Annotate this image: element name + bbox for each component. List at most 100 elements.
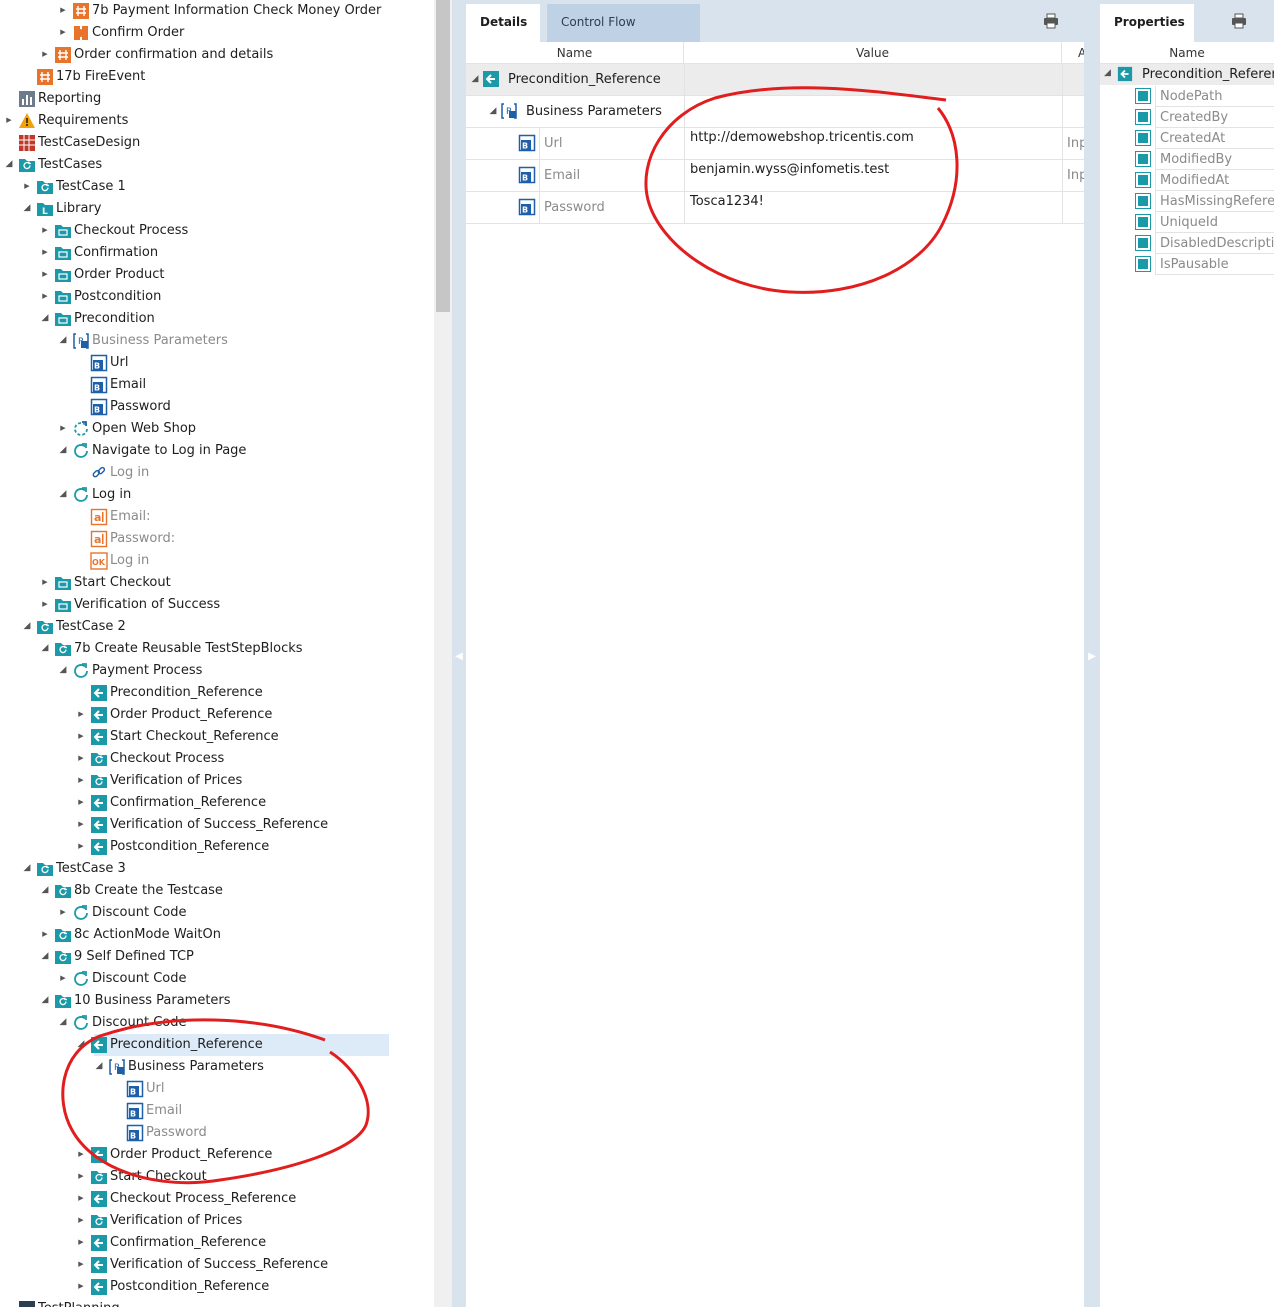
tree-item[interactable]: ▶ Confirmation	[0, 242, 434, 264]
expand-arrow-icon[interactable]: ▶	[22, 180, 32, 192]
expand-arrow-icon[interactable]: ▶	[76, 708, 86, 720]
tree-item[interactable]: ▶ Postcondition	[0, 286, 434, 308]
collapse-arrow-icon[interactable]: ◢	[58, 664, 68, 676]
param-value[interactable]: benjamin.wyss@infometis.test	[690, 162, 889, 178]
param-row[interactable]: B Password Tosca1234!	[466, 192, 1084, 224]
expand-arrow-icon[interactable]: ▶	[40, 576, 50, 588]
tree-item[interactable]: B Password	[0, 396, 434, 418]
tree-item[interactable]: ◢ Payment Process	[0, 660, 434, 682]
property-row[interactable]: ModifiedAt	[1100, 170, 1274, 191]
expand-arrow-icon[interactable]: ▶	[76, 1170, 86, 1182]
tree-item[interactable]: ▶ Start Checkout	[0, 1166, 434, 1188]
tree-item[interactable]: ▶ Verification of Prices	[0, 1210, 434, 1232]
tree-item[interactable]: a Email:	[0, 506, 434, 528]
expand-arrow-icon[interactable]: ▶	[76, 818, 86, 830]
expand-arrow-icon[interactable]: ▶	[76, 1214, 86, 1226]
tree-item[interactable]: ▶ Verification of Success	[0, 594, 434, 616]
tree-item[interactable]: ▶ Requirements	[0, 110, 434, 132]
collapse-arrow-icon[interactable]: ◢	[4, 158, 14, 170]
tree-item[interactable]: ▶ Confirmation_Reference	[0, 792, 434, 814]
tree-item[interactable]: B Email	[0, 374, 434, 396]
collapse-arrow-icon[interactable]: ◢	[40, 312, 50, 324]
collapse-arrow-icon[interactable]: ◢	[22, 862, 32, 874]
tree-item[interactable]: ◢ 8b Create the Testcase	[0, 880, 434, 902]
column-extra-header[interactable]: A	[1062, 42, 1084, 64]
tree-item[interactable]: B Email	[0, 1100, 434, 1122]
param-row[interactable]: B Url http://demowebshop.tricentis.com Inp	[466, 128, 1087, 160]
tree-item[interactable]: Reporting	[0, 88, 434, 110]
tree-scrollbar[interactable]	[434, 0, 452, 1307]
tree-item[interactable]: ◢ TestCase 2	[0, 616, 434, 638]
expand-arrow-icon[interactable]: ▶	[40, 290, 50, 302]
expand-arrow-icon[interactable]: ▶	[40, 48, 50, 60]
tree-item[interactable]: B Url	[0, 352, 434, 374]
tree-item[interactable]: ◢ TestCases	[0, 154, 434, 176]
tab-details[interactable]: Details	[466, 4, 540, 42]
tree-scrollbar-thumb[interactable]	[436, 0, 450, 312]
property-row[interactable]: CreatedAt	[1100, 128, 1274, 149]
collapse-arrow-icon[interactable]: ◢	[58, 444, 68, 456]
expand-arrow-icon[interactable]: ▶	[40, 268, 50, 280]
tree-item[interactable]: TestPlanning	[0, 1298, 434, 1307]
properties-root-row[interactable]: ◢ Precondition_Reference	[1100, 64, 1274, 85]
tree-item[interactable]: ◢ L Library	[0, 198, 434, 220]
expand-arrow-icon[interactable]: ▶	[58, 422, 68, 434]
tree-item[interactable]: ▶ Checkout Process_Reference	[0, 1188, 434, 1210]
collapse-arrow-icon[interactable]: ◢	[40, 884, 50, 896]
param-row[interactable]: B Email benjamin.wyss@infometis.test Inp	[466, 160, 1087, 192]
tree-item[interactable]: ▶ 7b Payment Information Check Money Orde…	[0, 0, 434, 22]
collapse-arrow-icon[interactable]: ◢	[40, 642, 50, 654]
expand-arrow-icon[interactable]: ▶	[58, 26, 68, 38]
expand-arrow-icon[interactable]: ▶	[76, 796, 86, 808]
left-splitter[interactable]: ◀	[452, 0, 466, 1307]
tree-item[interactable]: ▶ 8c ActionMode WaitOn	[0, 924, 434, 946]
tree-item[interactable]: ▶ Verification of Success_Reference	[0, 814, 434, 836]
expand-arrow-icon[interactable]: ▶	[4, 114, 14, 126]
property-row[interactable]: HasMissingReferences	[1100, 191, 1274, 212]
expand-arrow-icon[interactable]: ▶	[58, 4, 68, 16]
tree-item[interactable]: ▶ Order Product_Reference	[0, 1144, 434, 1166]
tree-item[interactable]: ▶ Checkout Process	[0, 748, 434, 770]
tree-item[interactable]: 17b FireEvent	[0, 66, 434, 88]
tree-item[interactable]: a Password:	[0, 528, 434, 550]
collapse-right-icon[interactable]: ▶	[1088, 650, 1096, 664]
tree-item[interactable]: ▶ Checkout Process	[0, 220, 434, 242]
expand-arrow-icon[interactable]: ▶	[76, 1192, 86, 1204]
collapse-arrow-icon[interactable]: ◢	[40, 994, 50, 1006]
tree-item[interactable]: ◢ Discount Code	[0, 1012, 434, 1034]
collapse-arrow-icon[interactable]: ◢	[76, 1038, 86, 1050]
tab-properties[interactable]: Properties	[1100, 4, 1194, 42]
collapse-arrow-icon[interactable]: ◢	[470, 73, 480, 85]
collapse-arrow-icon[interactable]: ◢	[22, 620, 32, 632]
expand-arrow-icon[interactable]: ▶	[40, 246, 50, 258]
tree-item[interactable]: ▶ Open Web Shop	[0, 418, 434, 440]
collapse-arrow-icon[interactable]: ◢	[58, 488, 68, 500]
tree-item[interactable]: ◢ Navigate to Log in Page	[0, 440, 434, 462]
print-icon[interactable]	[1230, 12, 1248, 30]
tree-item[interactable]: Precondition_Reference	[0, 682, 434, 704]
tree-item[interactable]: ▶ Confirm Order	[0, 22, 434, 44]
expand-arrow-icon[interactable]: ▶	[76, 1236, 86, 1248]
tree-item[interactable]: ◢ TestCase 3	[0, 858, 434, 880]
property-row[interactable]: UniqueId	[1100, 212, 1274, 233]
expand-arrow-icon[interactable]: ▶	[76, 1148, 86, 1160]
properties-name-header[interactable]: Name	[1100, 42, 1274, 64]
expand-arrow-icon[interactable]: ▶	[40, 224, 50, 236]
expand-arrow-icon[interactable]: ▶	[76, 1258, 86, 1270]
expand-arrow-icon[interactable]: ▶	[76, 840, 86, 852]
tree-item[interactable]: ◢ Precondition_Reference	[0, 1034, 434, 1056]
tree-item[interactable]: ◢ Log in	[0, 484, 434, 506]
expand-arrow-icon[interactable]: ▶	[58, 906, 68, 918]
property-row[interactable]: NodePath	[1100, 86, 1274, 107]
tree-item[interactable]: Log in	[0, 462, 434, 484]
tree-item[interactable]: ▶ Start Checkout_Reference	[0, 726, 434, 748]
tree-item[interactable]: TestCaseDesign	[0, 132, 434, 154]
tab-control-flow-diagram[interactable]: Control Flow Diagram	[547, 4, 700, 65]
expand-arrow-icon[interactable]: ▶	[40, 598, 50, 610]
expand-arrow-icon[interactable]: ▶	[76, 730, 86, 742]
param-value[interactable]: Tosca1234!	[690, 194, 764, 210]
details-group-row[interactable]: ◢ P Business Parameters	[466, 96, 1084, 128]
tree-item[interactable]: ◢ P Business Parameters	[0, 330, 434, 352]
expand-arrow-icon[interactable]: ▶	[76, 752, 86, 764]
column-value-header[interactable]: Value	[684, 42, 1062, 64]
